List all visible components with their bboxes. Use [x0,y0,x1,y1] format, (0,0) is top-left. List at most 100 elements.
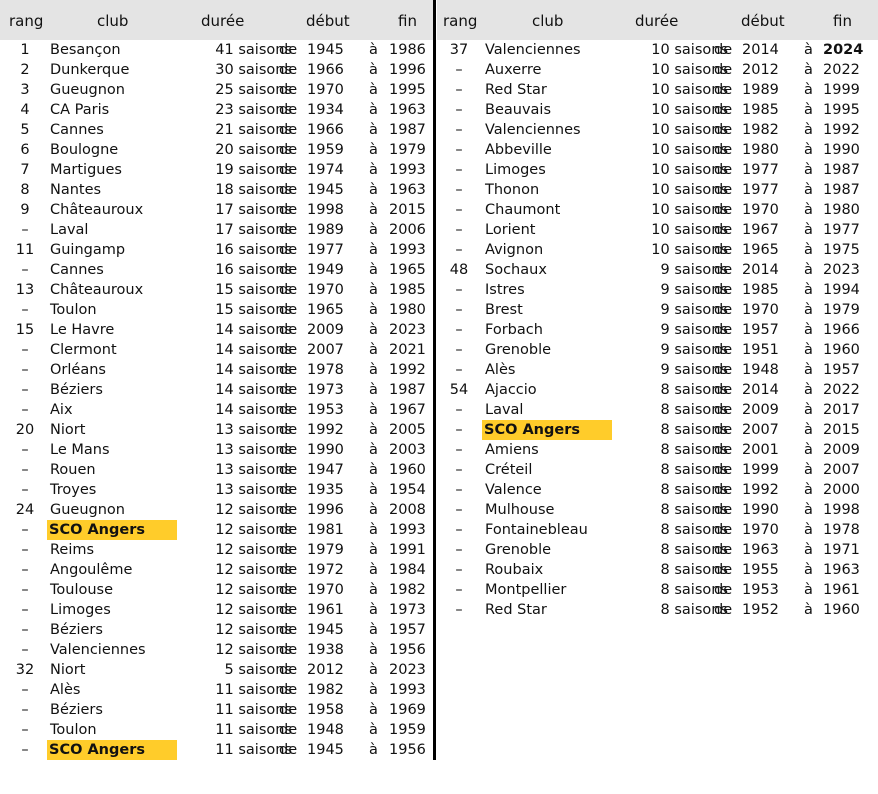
to-label: à [804,102,813,118]
table-row: 7 Martigues 19 saisons de 1974 à 1993 [0,160,434,180]
from-label: de [279,522,298,538]
duration-cell: 8 saisons [660,602,728,618]
from-label: de [279,322,298,338]
end-year-cell: 2015 [389,202,426,218]
duration-cell: 10 saisons [651,242,728,258]
rank-cell: 11 [15,242,35,258]
club-cell: SCO Angers [47,740,177,760]
duration-cell: 12 saisons [215,542,292,558]
rank-cell: – [21,542,29,558]
table-row: – Troyes 13 saisons de 1935 à 1954 [0,480,434,500]
duration-cell: 13 saisons [215,442,292,458]
to-label: à [369,682,378,698]
duration-cell: 23 saisons [215,102,292,118]
from-label: de [279,342,298,358]
start-year-cell: 1985 [742,282,779,298]
end-year-cell: 1995 [823,102,860,118]
duration-cell: 8 saisons [660,582,728,598]
rank-cell: 1 [20,42,30,58]
end-year-cell: 1998 [823,502,860,518]
duration-cell: 9 saisons [660,322,728,338]
end-year-cell: 1959 [389,722,426,738]
table-row: 13 Châteauroux 15 saisons de 1970 à 1985 [0,280,434,300]
club-cell: Laval [50,222,89,238]
end-year-cell: 1987 [823,162,860,178]
start-year-cell: 2009 [742,402,779,418]
from-label: de [279,702,298,718]
end-year-cell: 2021 [389,342,426,358]
table-row: – Le Mans 13 saisons de 1990 à 2003 [0,440,434,460]
table-row: – Béziers 12 saisons de 1945 à 1957 [0,620,434,640]
to-label: à [369,322,378,338]
from-label: de [279,662,298,678]
club-cell: Béziers [50,622,103,638]
duration-cell: 19 saisons [215,162,292,178]
to-label: à [369,382,378,398]
start-year-cell: 1952 [742,602,779,618]
end-year-cell: 2023 [389,662,426,678]
from-label: de [279,162,298,178]
start-year-cell: 1938 [307,642,344,658]
duration-cell: 16 saisons [215,242,292,258]
duration-cell: 12 saisons [215,502,292,518]
from-label: de [279,422,298,438]
from-label: de [714,102,733,118]
start-year-cell: 1998 [307,202,344,218]
rank-cell: 15 [15,322,35,338]
to-label: à [369,262,378,278]
start-year-cell: 1955 [742,562,779,578]
from-label: de [279,482,298,498]
table-row: – Laval 17 saisons de 1989 à 2006 [0,220,434,240]
duration-cell: 14 saisons [215,402,292,418]
start-year-cell: 2001 [742,442,779,458]
rank-cell: 6 [20,142,30,158]
start-year-cell: 1945 [307,182,344,198]
end-year-cell: 1977 [823,222,860,238]
end-year-cell: 2023 [823,262,860,278]
rank-cell: 7 [20,162,30,178]
to-label: à [369,662,378,678]
table-row: 15 Le Havre 14 saisons de 2009 à 2023 [0,320,434,340]
duration-cell: 9 saisons [660,302,728,318]
club-cell: Limoges [50,602,111,618]
start-year-cell: 1970 [307,582,344,598]
table-row: – Beauvais 10 saisons de 1985 à 1995 [437,100,878,120]
from-label: de [279,202,298,218]
from-label: de [714,62,733,78]
duration-cell: 11 saisons [215,702,292,718]
duration-cell: 10 saisons [651,42,728,58]
table-row: – Aix 14 saisons de 1953 à 1967 [0,400,434,420]
end-year-cell: 1999 [823,82,860,98]
table-row: 32 Niort 5 saisons de 2012 à 2023 [0,660,434,680]
from-label: de [714,222,733,238]
to-label: à [369,182,378,198]
end-year-cell: 1960 [823,342,860,358]
from-label: de [279,102,298,118]
to-label: à [369,102,378,118]
club-cell: Valenciennes [50,642,146,658]
end-year-cell: 2003 [389,442,426,458]
end-year-cell: 1982 [389,582,426,598]
to-label: à [369,122,378,138]
table-row: – Reims 12 saisons de 1979 à 1991 [0,540,434,560]
to-label: à [804,462,813,478]
end-year-cell: 1993 [389,242,426,258]
table-row: 4 CA Paris 23 saisons de 1934 à 1963 [0,100,434,120]
from-label: de [279,742,298,758]
club-cell: Troyes [50,482,97,498]
end-year-cell: 2023 [389,322,426,338]
from-label: de [714,162,733,178]
duration-cell: 10 saisons [651,102,728,118]
column-divider [433,0,436,760]
left-table-header: rang club durée début fin [0,0,434,40]
to-label: à [804,442,813,458]
to-label: à [369,302,378,318]
duration-cell: 12 saisons [215,622,292,638]
from-label: de [279,242,298,258]
club-cell: Cannes [50,122,104,138]
club-cell: Abbeville [485,142,552,158]
to-label: à [369,462,378,478]
from-label: de [714,582,733,598]
to-label: à [369,242,378,258]
duration-cell: 15 saisons [215,282,292,298]
